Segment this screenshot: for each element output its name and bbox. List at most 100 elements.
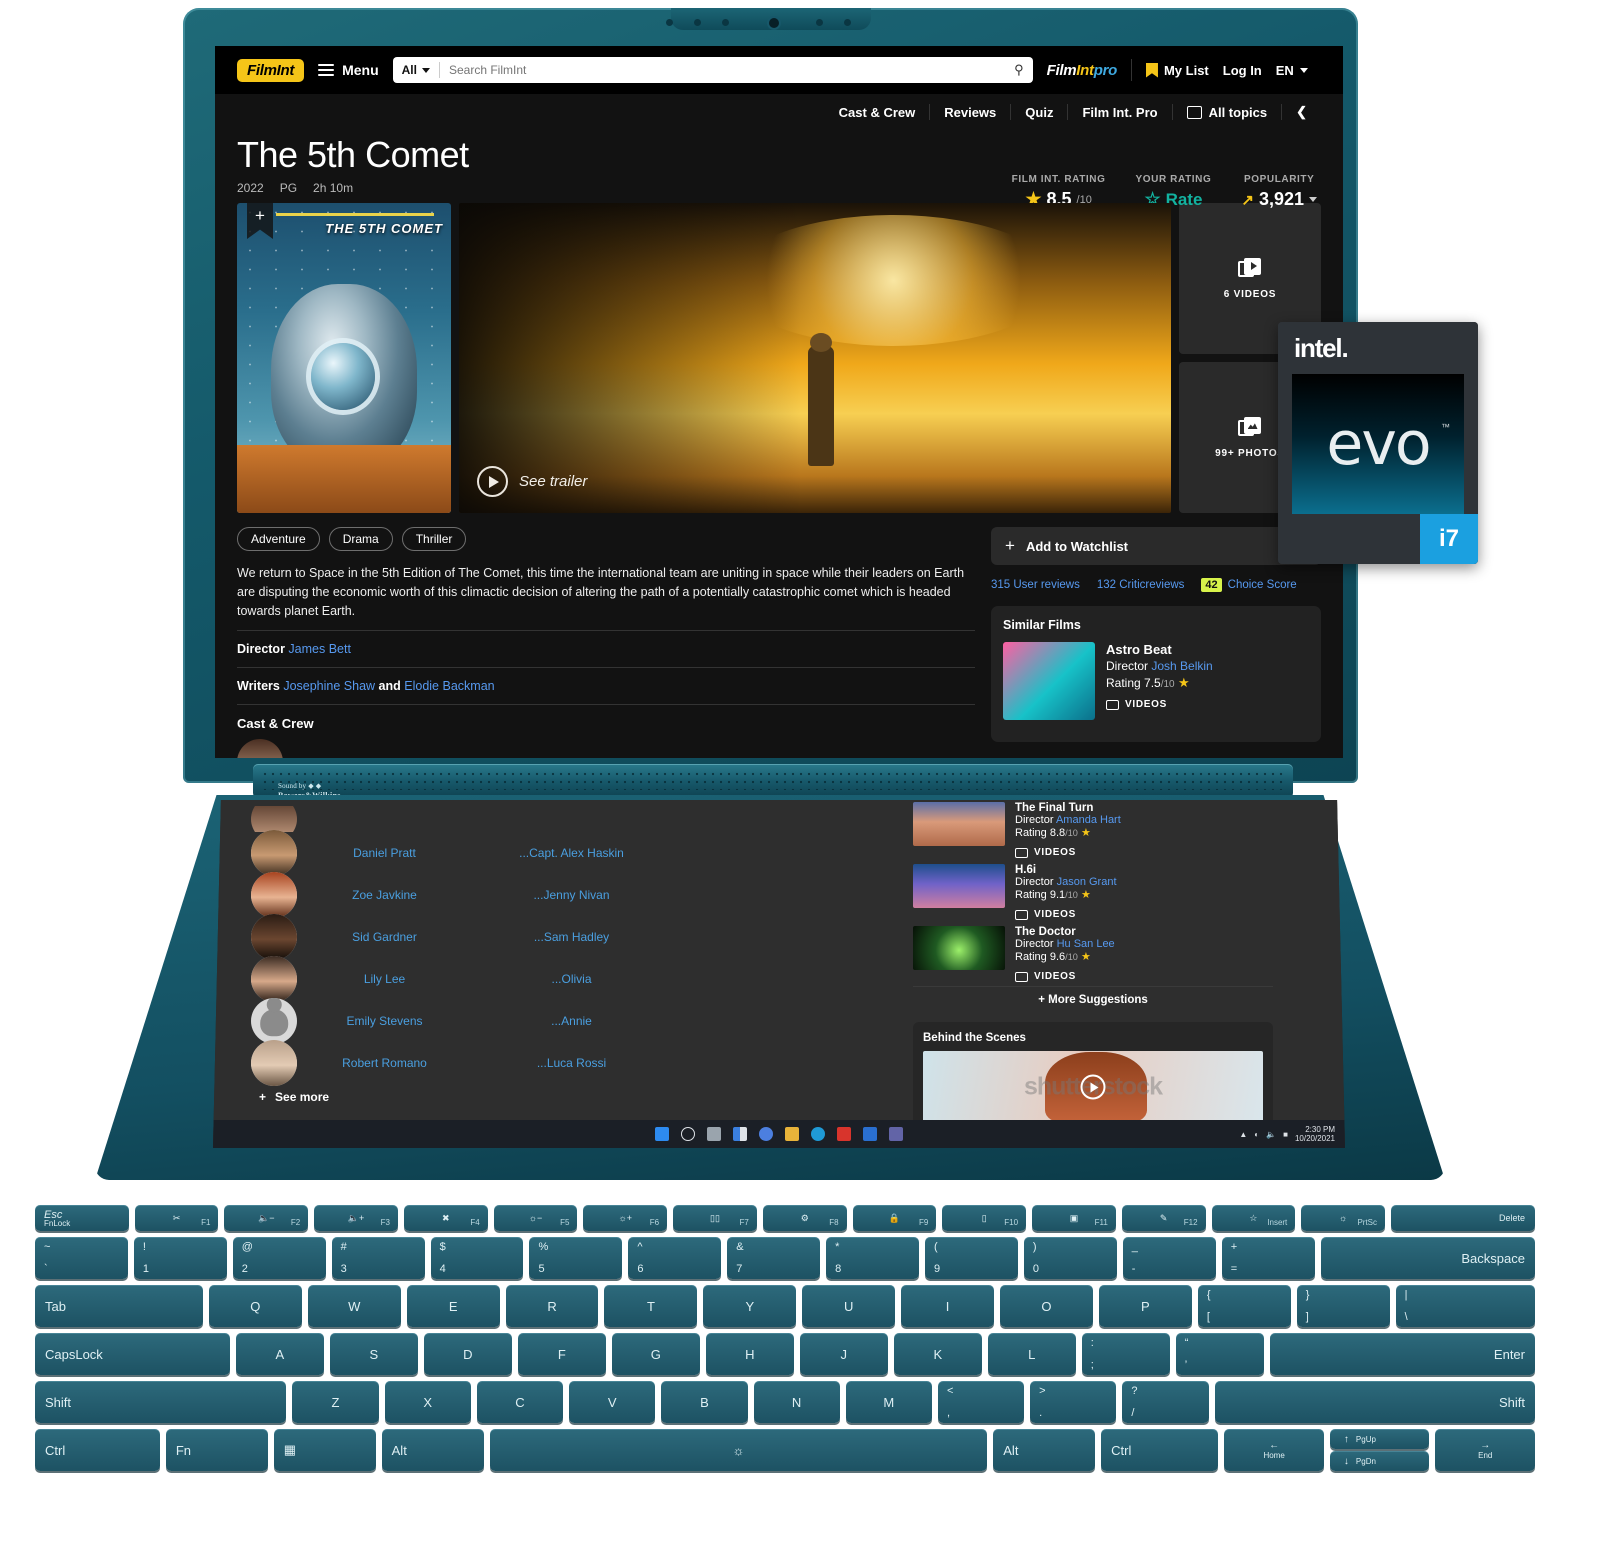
my-list-button[interactable]: My List bbox=[1145, 62, 1209, 78]
key-ctrl-left[interactable]: Ctrl bbox=[35, 1429, 160, 1471]
key-w[interactable]: W bbox=[307, 1285, 401, 1327]
key-tab[interactable]: Tab bbox=[35, 1285, 203, 1327]
key-space[interactable]: ☼ bbox=[489, 1429, 988, 1471]
key-backtick[interactable]: ~ ` bbox=[35, 1237, 128, 1279]
chat-icon[interactable] bbox=[759, 1127, 773, 1141]
key-h[interactable]: H bbox=[705, 1333, 794, 1375]
chevron-up-icon[interactable]: ▲ bbox=[1239, 1130, 1247, 1139]
key-prtsc[interactable]: ☼ PrtSc bbox=[1301, 1205, 1386, 1231]
nav-item-reviews[interactable]: Reviews bbox=[930, 105, 1010, 120]
store-icon[interactable] bbox=[837, 1127, 851, 1141]
see-trailer-button[interactable]: See trailer bbox=[477, 466, 587, 497]
key-slash[interactable]: ? / bbox=[1122, 1381, 1209, 1423]
key-equals[interactable]: + = bbox=[1221, 1237, 1315, 1279]
see-more-cast-button[interactable]: + See more bbox=[259, 1090, 671, 1104]
key-f1[interactable]: ✂ F1 bbox=[134, 1205, 219, 1231]
key-semicolon[interactable]: :; bbox=[1081, 1333, 1170, 1375]
key-2[interactable]: @2 bbox=[232, 1237, 326, 1279]
key-f11[interactable]: ▣ F11 bbox=[1032, 1205, 1116, 1231]
key-e[interactable]: E bbox=[406, 1285, 500, 1327]
cast-name[interactable]: Daniel Pratt bbox=[297, 846, 472, 860]
director-name[interactable]: James Bett bbox=[288, 642, 351, 656]
menu-button[interactable]: Menu bbox=[318, 61, 379, 79]
key-f12[interactable]: ✎ F12 bbox=[1121, 1205, 1206, 1231]
avatar[interactable] bbox=[251, 914, 297, 960]
similar-film-item[interactable]: The Final Turn Director Amanda Hart Rati… bbox=[913, 800, 1273, 862]
filmintpro-logo[interactable]: FilmIntpro bbox=[1047, 62, 1118, 79]
cast-name[interactable]: Robert Romano bbox=[297, 1056, 472, 1070]
key-backspace[interactable]: Backspace bbox=[1320, 1237, 1535, 1279]
avatar-placeholder-icon[interactable] bbox=[251, 998, 297, 1044]
genre-chip[interactable]: Adventure bbox=[237, 527, 320, 551]
avatar[interactable] bbox=[251, 872, 297, 918]
key-x[interactable]: X bbox=[384, 1381, 471, 1423]
director-name[interactable]: Amanda Hart bbox=[1056, 814, 1121, 826]
key-r[interactable]: R bbox=[505, 1285, 599, 1327]
key-l[interactable]: L bbox=[987, 1333, 1076, 1375]
avatar[interactable] bbox=[251, 1040, 297, 1086]
more-suggestions-button[interactable]: + More Suggestions bbox=[913, 986, 1273, 1013]
director-name[interactable]: Hu San Lee bbox=[1057, 938, 1115, 950]
key-minus[interactable]: _ - bbox=[1122, 1237, 1216, 1279]
key-y[interactable]: Y bbox=[703, 1285, 797, 1327]
key-f8[interactable]: ⚙ F8 bbox=[762, 1205, 847, 1231]
key-j[interactable]: J bbox=[799, 1333, 888, 1375]
similar-film-name[interactable]: H.6i bbox=[1015, 864, 1117, 876]
key-o[interactable]: O bbox=[1000, 1285, 1093, 1327]
filmint-logo[interactable]: FilmInt bbox=[237, 58, 305, 82]
key-4[interactable]: $4 bbox=[430, 1237, 524, 1279]
key-f10[interactable]: ▯ F10 bbox=[942, 1205, 1027, 1231]
key-q[interactable]: Q bbox=[208, 1285, 302, 1327]
key-0[interactable]: ) 0 bbox=[1023, 1237, 1117, 1279]
key-v[interactable]: V bbox=[569, 1381, 656, 1423]
avatar[interactable] bbox=[251, 956, 297, 1002]
search-input[interactable] bbox=[439, 63, 1006, 77]
nav-item-film-int-pro[interactable]: Film Int. Pro bbox=[1068, 105, 1171, 120]
search-bar[interactable]: All ⚲ bbox=[392, 57, 1033, 83]
table-row[interactable]: Sid Gardner ...Sam Hadley bbox=[251, 914, 671, 960]
avatar[interactable] bbox=[251, 806, 297, 832]
key-i[interactable]: I bbox=[901, 1285, 995, 1327]
table-row[interactable]: Daniel Pratt ...Capt. Alex Haskin bbox=[251, 830, 671, 876]
key-delete[interactable]: Delete bbox=[1391, 1205, 1535, 1231]
popularity[interactable]: POPULARITY ↗ 3,921 bbox=[1241, 174, 1317, 219]
avatar[interactable] bbox=[237, 739, 283, 758]
key-5[interactable]: % 5 bbox=[529, 1237, 623, 1279]
language-select[interactable]: EN bbox=[1276, 63, 1308, 78]
key-z[interactable]: Z bbox=[292, 1381, 379, 1423]
user-reviews-link[interactable]: 315 User reviews bbox=[991, 579, 1080, 591]
battery-icon[interactable]: ■ bbox=[1283, 1130, 1288, 1139]
key-6[interactable]: ^ 6 bbox=[628, 1237, 722, 1279]
key-b[interactable]: B bbox=[661, 1381, 748, 1423]
key-a[interactable]: A bbox=[235, 1333, 324, 1375]
genre-chip[interactable]: Thriller bbox=[401, 527, 467, 551]
nav-item-quiz[interactable]: Quiz bbox=[1011, 105, 1067, 120]
key-u[interactable]: U bbox=[802, 1285, 896, 1327]
table-row[interactable]: Lily Lee ...Olivia bbox=[251, 956, 671, 1002]
key-3[interactable]: #3 bbox=[331, 1237, 425, 1279]
key-capslock[interactable]: CapsLock bbox=[35, 1333, 230, 1375]
key-8[interactable]: * 8 bbox=[826, 1237, 920, 1279]
key-s[interactable]: S bbox=[329, 1333, 418, 1375]
key-insert[interactable]: ☆ Insert bbox=[1211, 1205, 1296, 1231]
key-f5[interactable]: ☼− F5 bbox=[493, 1205, 578, 1231]
nav-item-cast-crew[interactable]: Cast & Crew bbox=[825, 105, 930, 120]
task-view-icon[interactable] bbox=[707, 1127, 721, 1141]
table-row[interactable]: Zoe Javkine ...Jenny Nivan bbox=[251, 872, 671, 918]
teams-icon[interactable] bbox=[889, 1127, 903, 1141]
search-icon[interactable]: ⚲ bbox=[1005, 62, 1033, 78]
cast-name[interactable]: Zoe Javkine bbox=[297, 888, 472, 902]
key-alt-right[interactable]: Alt bbox=[993, 1429, 1096, 1471]
similar-film-item[interactable]: Astro Beat Director Josh Belkin Rating 7… bbox=[1003, 642, 1309, 730]
director-name[interactable]: Josh Belkin bbox=[1151, 659, 1212, 673]
table-row[interactable] bbox=[251, 806, 671, 832]
wifi-icon[interactable]: ◐ bbox=[1254, 1130, 1259, 1139]
key-g[interactable]: G bbox=[611, 1333, 700, 1375]
similar-film-name[interactable]: Astro Beat bbox=[1106, 642, 1213, 657]
cast-name[interactable]: Lily Lee bbox=[297, 972, 472, 986]
key-7[interactable]: & 7 bbox=[727, 1237, 821, 1279]
cast-name[interactable]: Emily Stevens bbox=[297, 1014, 472, 1028]
similar-videos-tag[interactable]: VIDEOS bbox=[1015, 847, 1121, 858]
login-button[interactable]: Log In bbox=[1223, 63, 1262, 78]
key-fn[interactable]: Fn bbox=[165, 1429, 268, 1471]
